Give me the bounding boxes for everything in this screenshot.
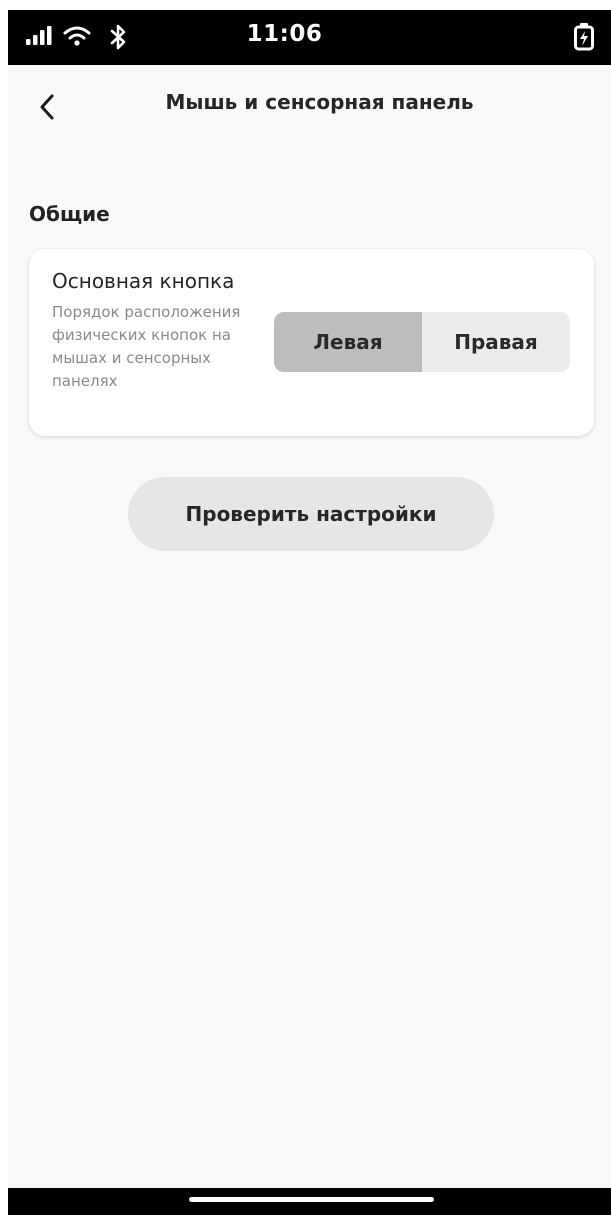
segment-left[interactable]: Левая — [274, 312, 422, 372]
primary-button-segmented-control: Левая Правая — [274, 312, 570, 372]
setting-title: Основная кнопка — [52, 269, 235, 293]
section-title: Общие — [29, 202, 110, 226]
chevron-left-icon — [30, 94, 70, 132]
home-bar — [8, 1188, 611, 1215]
segment-right[interactable]: Правая — [422, 312, 570, 372]
check-settings-button[interactable]: Проверить настройки — [128, 477, 494, 551]
primary-button-setting-card: Основная кнопка Порядок расположения физ… — [29, 249, 594, 436]
status-bar: 11:06 — [8, 10, 611, 65]
phone-screen: 11:06 Мышь и сенсорная панель Общие Осно… — [8, 10, 611, 1215]
battery-charging-icon — [573, 22, 595, 56]
home-indicator[interactable] — [189, 1197, 434, 1202]
page-title: Мышь и сенсорная панель — [165, 90, 474, 114]
status-time: 11:06 — [246, 21, 323, 47]
setting-description: Порядок расположения физических кнопок н… — [52, 303, 241, 390]
